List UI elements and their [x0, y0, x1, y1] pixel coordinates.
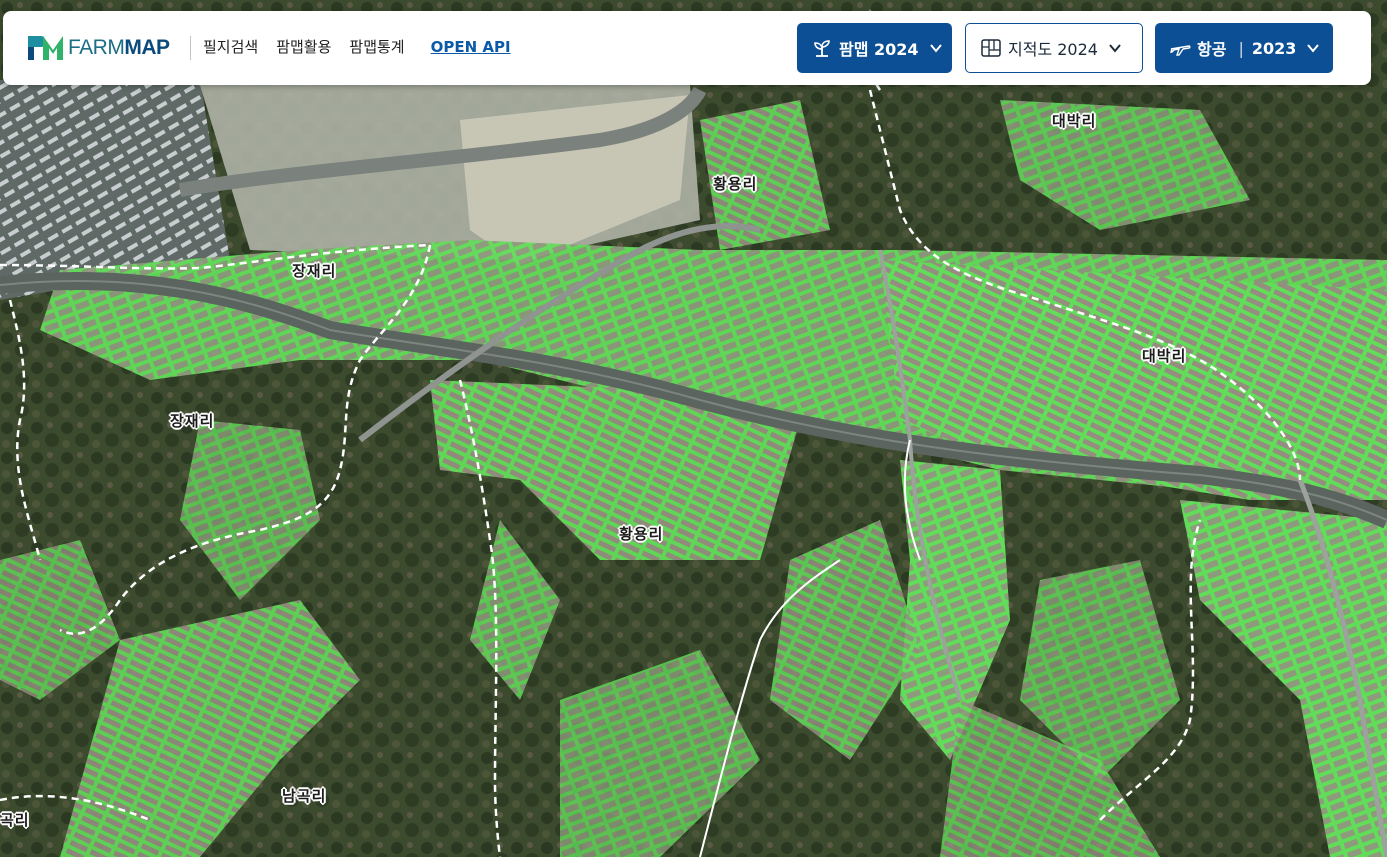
nav-parcel-search[interactable]: 필지검색: [203, 35, 258, 59]
nav-farmmap-usage[interactable]: 팜맵활용: [276, 35, 331, 59]
logo-divider: [190, 36, 191, 60]
cadastral-year-dropdown[interactable]: 지적도 2024: [965, 23, 1143, 73]
farmmap-logo-icon: [28, 36, 63, 60]
aerial-year-dropdown[interactable]: 항공 | 2023: [1155, 23, 1333, 73]
parcel-map-icon: [981, 39, 1001, 57]
nav-farmmap-stats[interactable]: 팜맵통계: [349, 35, 404, 59]
chevron-down-icon: [1109, 44, 1121, 53]
chevron-down-icon: [1307, 44, 1320, 53]
place-label-daebak-ri-east: 대박리: [1142, 347, 1187, 365]
top-header: FARMMAP 필지검색 팜맵활용 팜맵통계 OPEN API 팜맵 2024 …: [3, 11, 1371, 85]
airplane-icon: [1170, 45, 1191, 56]
place-label-hwangyong-ri-south: 황용리: [619, 525, 664, 543]
sprout-icon: [814, 40, 830, 57]
cadastral-year-label: 지적도 2024: [1008, 40, 1098, 59]
place-label-hwangyong-ri-north: 황용리: [713, 175, 758, 193]
place-label-namgok-ri: 남곡리: [282, 787, 327, 805]
place-label-gok-ri-edge: 곡리: [0, 811, 30, 829]
aerial-divider: |: [1238, 38, 1244, 58]
farmmap-year-label: 팜맵 2024: [839, 40, 919, 59]
chevron-down-icon: [929, 44, 942, 53]
map-view[interactable]: 대박리 황용리 장재리 대박리 장재리 황용리 남곡리 곡리: [0, 0, 1387, 857]
aerial-label: 항공: [1197, 40, 1227, 59]
main-nav: 필지검색 팜맵활용 팜맵통계 OPEN API: [203, 35, 529, 59]
farmmap-logo[interactable]: FARMMAP: [27, 33, 170, 63]
place-label-jangjae-ri-west: 장재리: [170, 412, 215, 430]
place-label-daebak-ri-north: 대박리: [1052, 112, 1097, 130]
farmmap-year-dropdown[interactable]: 팜맵 2024: [797, 23, 952, 73]
aerial-year: 2023: [1251, 38, 1297, 58]
nav-open-api[interactable]: OPEN API: [431, 35, 511, 59]
logo-wordmark: FARMMAP: [68, 36, 170, 59]
place-label-jangjae-ri-north: 장재리: [292, 262, 337, 280]
